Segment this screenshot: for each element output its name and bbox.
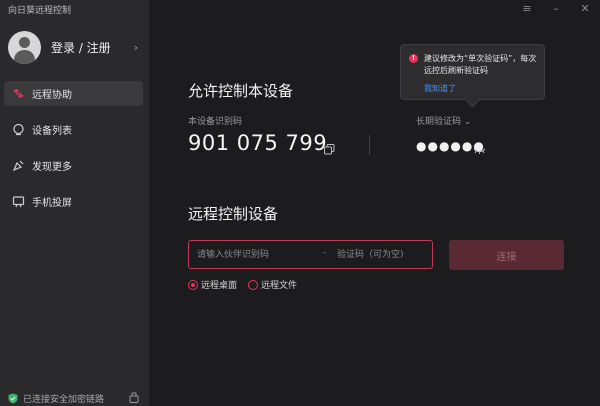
- warning-icon: !: [409, 54, 418, 63]
- sidebar-item-label: 远程协助: [32, 90, 72, 101]
- input-separator: -: [323, 248, 327, 258]
- security-status-label: 已连接安全加密链路: [23, 395, 105, 405]
- sidebar-item-screen-cast[interactable]: 手机投屏: [4, 189, 143, 214]
- security-status: 已连接安全加密链路: [8, 389, 139, 406]
- connection-mode-options: 远程桌面 远程文件: [188, 278, 308, 291]
- sidebar-item-label: 手机投屏: [32, 198, 72, 209]
- minimize-icon[interactable]: –: [549, 2, 563, 15]
- sidebar-item-remote-assist[interactable]: 远程协助: [4, 81, 143, 106]
- chevron-down-icon: ⌄: [463, 117, 472, 127]
- screen-cast-icon: [11, 195, 25, 209]
- eye-closed-icon[interactable]: [473, 140, 486, 159]
- sidebar-item-label: 发现更多: [32, 162, 72, 173]
- avatar: [8, 30, 41, 64]
- app-title: 向日葵远程控制: [8, 6, 72, 16]
- chevron-right-icon: ›: [133, 41, 138, 54]
- close-icon[interactable]: ✕: [578, 2, 592, 15]
- sidebar-item-device-list[interactable]: 设备列表: [4, 117, 143, 142]
- window-controls: ≡ – ✕: [520, 2, 592, 15]
- sidebar-item-discover[interactable]: 发现更多: [4, 153, 143, 178]
- menu-icon[interactable]: ≡: [520, 2, 534, 15]
- device-id: 901 075 799: [188, 131, 328, 155]
- code-type-dropdown[interactable]: 长期验证码 ⌄: [416, 114, 471, 127]
- device-id-label: 本设备识别码: [188, 117, 243, 127]
- sidebar-nav: 远程协助 设备列表 发现更多 手机投屏: [4, 81, 143, 225]
- copy-icon[interactable]: [324, 140, 335, 159]
- remote-control-title: 远程控制设备: [188, 205, 279, 223]
- radio-remote-desktop[interactable]: 远程桌面: [188, 278, 237, 291]
- partner-input-group: -: [188, 240, 433, 269]
- partner-id-input[interactable]: [197, 241, 317, 268]
- radio-label: 远程桌面: [201, 281, 238, 291]
- radio-label: 远程文件: [261, 281, 298, 291]
- verification-code-input[interactable]: [337, 241, 429, 268]
- sidebar: 向日葵远程控制 登录 / 注册 › 远程协助 设备列表 发现更多 手机投屏 已连…: [0, 0, 149, 406]
- radio-dot: [248, 279, 259, 290]
- allow-control-title: 允许控制本设备: [188, 82, 294, 100]
- device-list-icon: [11, 123, 25, 137]
- remote-assist-icon: [11, 87, 25, 101]
- code-type-label: 长期验证码: [416, 117, 462, 127]
- discover-icon: [11, 159, 25, 173]
- login-register-button[interactable]: 登录 / 注册 ›: [8, 30, 142, 64]
- shield-check-icon: [8, 389, 18, 406]
- radio-dot: [188, 279, 198, 290]
- lock-icon[interactable]: [129, 388, 139, 406]
- divider: [369, 135, 370, 155]
- tooltip-dismiss-link[interactable]: 我知道了: [424, 83, 456, 94]
- sidebar-item-label: 设备列表: [32, 126, 72, 137]
- tooltip-text: 建议修改为“单次验证码”，每次远控后刷新验证码: [424, 54, 537, 75]
- code-suggestion-tooltip: ! 建议修改为“单次验证码”，每次远控后刷新验证码 我知道了: [400, 44, 545, 100]
- radio-remote-files[interactable]: 远程文件: [248, 278, 297, 291]
- connect-button[interactable]: 连接: [449, 240, 564, 270]
- login-label: 登录 / 注册: [51, 40, 111, 55]
